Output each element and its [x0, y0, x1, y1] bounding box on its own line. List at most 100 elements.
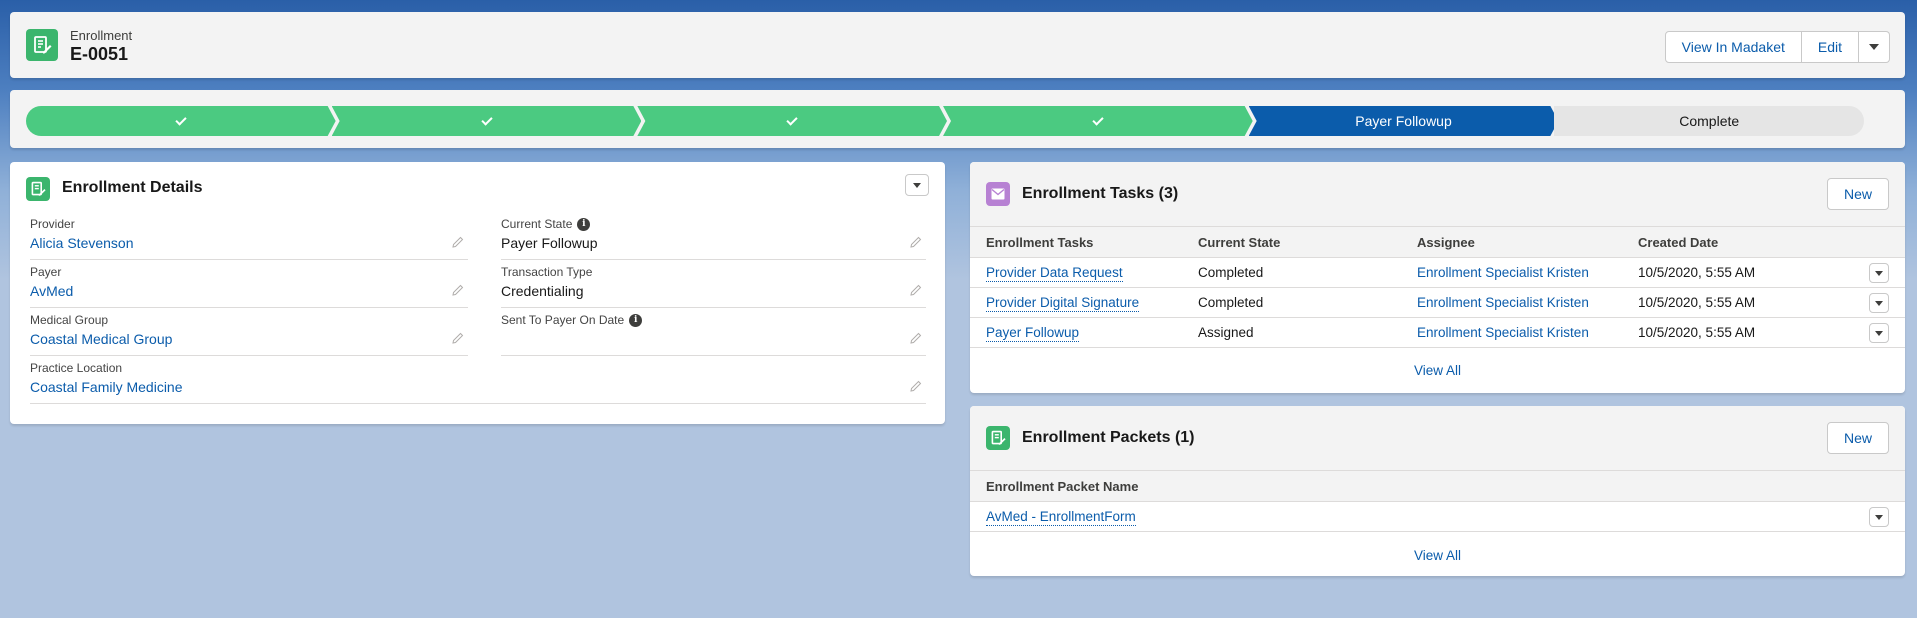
created-date: 10/5/2020, 5:55 AM [1638, 295, 1756, 310]
field-label: Sent To Payer On Date i [501, 313, 643, 327]
info-icon[interactable]: i [577, 217, 591, 231]
document-edit-icon [26, 29, 58, 61]
pencil-icon[interactable] [910, 236, 922, 248]
object-label: Enrollment [70, 28, 133, 43]
path-bar: Payer Followup Complete [10, 90, 1905, 148]
packet-link[interactable]: AvMed - EnrollmentForm [986, 509, 1136, 526]
record-header: Enrollment E-0051 View In Madaket Edit [10, 12, 1905, 78]
header-actions: View In Madaket Edit [1664, 31, 1890, 63]
column-header[interactable]: Created Date [1638, 235, 1718, 250]
table-row: Provider Data Request Completed Enrollme… [970, 258, 1905, 288]
pencil-icon[interactable] [910, 332, 922, 344]
new-packet-button[interactable]: New [1826, 422, 1889, 454]
pencil-icon[interactable] [452, 236, 464, 248]
column-header[interactable]: Assignee [1417, 235, 1475, 250]
field-label: Transaction Type [501, 265, 593, 279]
task-state: Assigned [1198, 325, 1254, 340]
path-step-4[interactable] [943, 106, 1253, 136]
edit-button[interactable]: Edit [1801, 31, 1859, 63]
field-label: Medical Group [30, 313, 109, 327]
pencil-icon[interactable] [452, 332, 464, 344]
details-menu-button[interactable] [905, 174, 929, 196]
task-state: Completed [1198, 295, 1264, 310]
chevron-down-icon [1875, 330, 1883, 336]
path-step-label: Payer Followup [1355, 113, 1452, 129]
envelope-icon [986, 182, 1010, 206]
task-link[interactable]: Payer Followup [986, 325, 1080, 342]
medical-group-link[interactable]: Coastal Medical Group [30, 331, 172, 347]
card-title: Enrollment Details [62, 179, 203, 196]
info-icon[interactable]: i [629, 313, 643, 327]
pencil-icon[interactable] [910, 380, 922, 392]
field-label: Provider [30, 217, 75, 231]
task-link[interactable]: Provider Data Request [986, 265, 1123, 282]
path-step-payer-followup[interactable]: Payer Followup [1249, 106, 1559, 136]
row-menu-button[interactable] [1869, 323, 1889, 343]
field-label: Current State i [501, 217, 591, 231]
row-menu-button[interactable] [1869, 507, 1889, 527]
created-date: 10/5/2020, 5:55 AM [1638, 325, 1756, 340]
chevron-down-icon [1875, 514, 1883, 520]
field-current-state: Current State i Payer Followup [501, 214, 926, 260]
pencil-icon[interactable] [910, 284, 922, 296]
table-row: AvMed - EnrollmentForm [970, 502, 1905, 532]
row-menu-button[interactable] [1869, 293, 1889, 313]
chevron-down-icon [913, 182, 921, 188]
field-label-text: Sent To Payer On Date [501, 313, 625, 327]
document-edit-icon [26, 177, 50, 201]
table-header: Enrollment Packet Name [970, 470, 1905, 502]
related-list-header: Enrollment Packets (1) New [970, 406, 1905, 470]
task-link[interactable]: Provider Digital Signature [986, 295, 1140, 312]
payer-link[interactable]: AvMed [30, 283, 73, 299]
chevron-down-icon [1875, 270, 1883, 276]
enrollment-packets-card: Enrollment Packets (1) New Enrollment Pa… [970, 406, 1905, 576]
table-row: Payer Followup Assigned Enrollment Speci… [970, 318, 1905, 348]
chevron-down-icon [1869, 44, 1879, 50]
assignee-link[interactable]: Enrollment Specialist Kristen [1417, 265, 1589, 280]
transaction-type-value: Credentialing [501, 283, 584, 299]
path-step-3[interactable] [637, 106, 947, 136]
more-actions-button[interactable] [1859, 31, 1890, 63]
assignee-link[interactable]: Enrollment Specialist Kristen [1417, 295, 1589, 310]
view-in-madaket-button[interactable]: View In Madaket [1664, 31, 1802, 63]
current-state-value: Payer Followup [501, 235, 598, 251]
task-state: Completed [1198, 265, 1264, 280]
field-practice-location: Practice Location Coastal Family Medicin… [30, 358, 926, 404]
record-name: E-0051 [70, 44, 129, 64]
table-header: Enrollment Tasks Current State Assignee … [970, 226, 1905, 258]
check-icon [481, 114, 492, 125]
document-edit-icon [986, 426, 1010, 450]
column-header[interactable]: Current State [1198, 235, 1280, 250]
practice-location-link[interactable]: Coastal Family Medicine [30, 379, 183, 395]
view-all-packets-link[interactable]: View All [970, 548, 1905, 563]
provider-link[interactable]: Alicia Stevenson [30, 235, 134, 251]
assignee-link[interactable]: Enrollment Specialist Kristen [1417, 325, 1589, 340]
table-row: Provider Digital Signature Completed Enr… [970, 288, 1905, 318]
check-icon [175, 114, 186, 125]
pencil-icon[interactable] [452, 284, 464, 296]
row-menu-button[interactable] [1869, 263, 1889, 283]
column-header[interactable]: Enrollment Tasks [986, 235, 1093, 250]
field-sent-to-payer-on-date: Sent To Payer On Date i [501, 310, 926, 356]
related-list-title: Enrollment Tasks (3) [1022, 185, 1179, 202]
path-step-1[interactable] [26, 106, 336, 136]
check-icon [787, 114, 798, 125]
field-label: Practice Location [30, 361, 123, 375]
path-step-complete[interactable]: Complete [1554, 106, 1865, 136]
field-label-text: Current State [501, 217, 573, 231]
column-header[interactable]: Enrollment Packet Name [986, 479, 1138, 494]
view-all-tasks-link[interactable]: View All [970, 363, 1905, 378]
created-date: 10/5/2020, 5:55 AM [1638, 265, 1756, 280]
path-steps: Payer Followup Complete [26, 106, 1865, 136]
path-step-2[interactable] [332, 106, 642, 136]
field-label: Payer [30, 265, 62, 279]
related-list-title: Enrollment Packets (1) [1022, 429, 1195, 446]
field-provider: Provider Alicia Stevenson [30, 214, 468, 260]
new-task-button[interactable]: New [1826, 178, 1889, 210]
check-icon [1092, 114, 1103, 125]
field-transaction-type: Transaction Type Credentialing [501, 262, 926, 308]
field-medical-group: Medical Group Coastal Medical Group [30, 310, 468, 356]
path-step-label: Complete [1679, 113, 1740, 129]
enrollment-tasks-card: Enrollment Tasks (3) New Enrollment Task… [970, 162, 1905, 393]
related-list-header: Enrollment Tasks (3) New [970, 162, 1905, 226]
